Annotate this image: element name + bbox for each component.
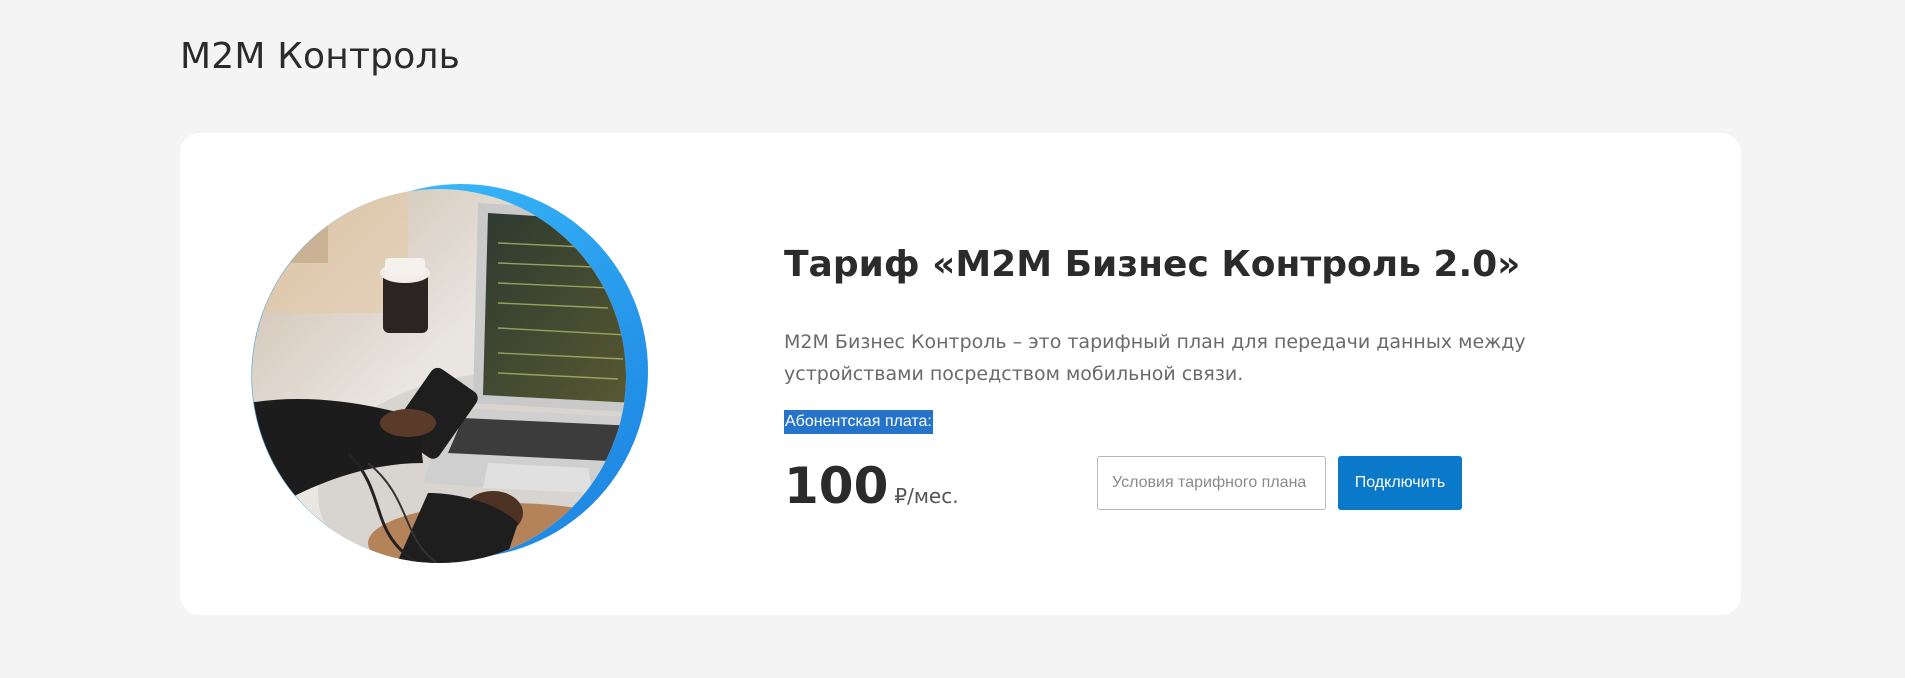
tariff-description: M2M Бизнес Контроль – это тарифный план … [784,331,1526,385]
page-title: M2M Контроль [180,36,461,77]
price-unit: ₽/мес. [894,484,959,508]
price: 100 ₽/мес. [784,453,959,519]
subscription-fee-label: Абонентская плата: [784,410,933,434]
laptop-photo-image [251,184,648,563]
price-value: 100 [784,457,889,515]
connect-button[interactable]: Подключить [1338,456,1462,510]
tariff-title: Тариф «M2M Бизнес Контроль 2.0» [784,244,1521,285]
tariff-illustration [248,163,698,593]
tariff-terms-field[interactable] [1097,456,1326,510]
page: M2M Контроль Тариф «M2M Бизнес Контроль … [0,0,1905,678]
tariff-card: Тариф «M2M Бизнес Контроль 2.0» M2M Бизн… [180,133,1741,615]
